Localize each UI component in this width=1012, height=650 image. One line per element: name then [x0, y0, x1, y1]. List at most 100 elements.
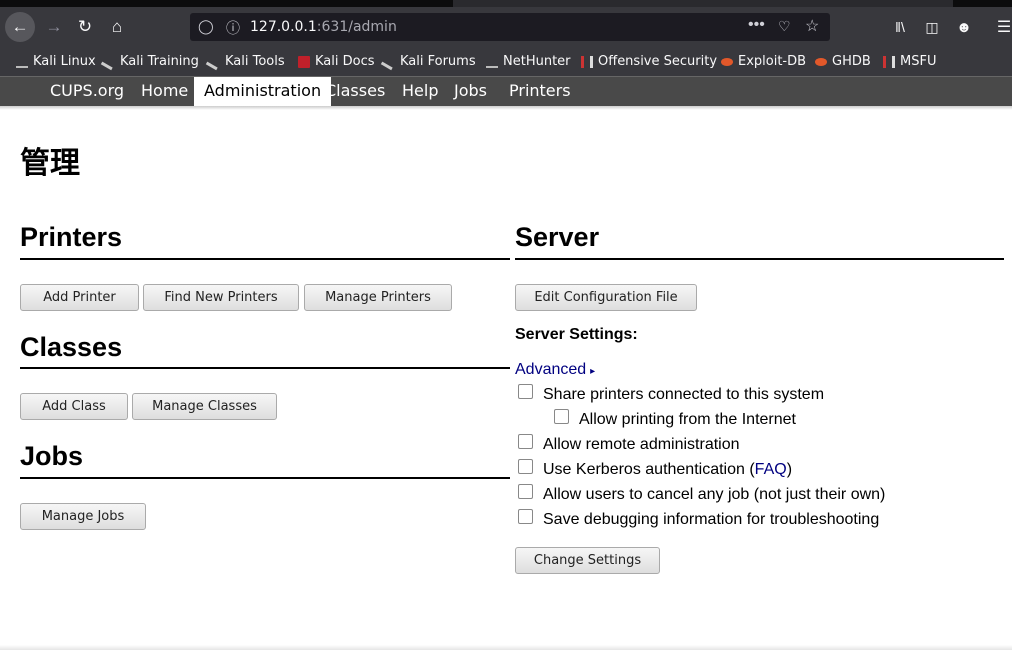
kali-dragon-icon	[486, 56, 498, 68]
page-bottom-edge	[0, 645, 1012, 650]
share-printers-label: Share printers connected to this system	[543, 386, 825, 403]
faq-link[interactable]: FAQ	[755, 461, 787, 479]
bookmarks-toolbar: Kali Linux Kali Training Kali Tools Kali…	[0, 47, 1012, 76]
bookmark-label: Exploit-DB	[738, 54, 807, 69]
advanced-label: Advanced	[515, 361, 587, 378]
bookmark-label: NetHunter	[503, 54, 571, 69]
nav-classes[interactable]: Classes	[315, 77, 395, 106]
remote-admin-label: Allow remote administration	[543, 436, 740, 453]
forward-arrow-icon[interactable]: →	[40, 13, 68, 41]
cancel-any-job-checkbox[interactable]	[518, 483, 533, 499]
printers-heading: Printers	[20, 222, 123, 252]
kerberos-label: Use Kerberos authentication (	[543, 461, 755, 478]
account-icon[interactable]: ☻	[950, 13, 978, 41]
nav-administration[interactable]: Administration	[194, 77, 332, 106]
kali-dragon-icon	[380, 53, 398, 70]
change-settings-button[interactable]: Change Settings	[515, 547, 660, 574]
bookmark-label: Kali Tools	[225, 54, 285, 69]
add-class-button[interactable]: Add Class	[20, 393, 128, 420]
bookmark-kali-tools[interactable]: Kali Tools	[205, 53, 285, 70]
tab-strip	[0, 0, 1012, 7]
bookmark-kali-forums[interactable]: Kali Forums	[380, 53, 476, 70]
server-rule	[515, 258, 1004, 260]
bookmark-nethunter[interactable]: NetHunter	[486, 54, 571, 69]
nav-printers[interactable]: Printers	[499, 77, 581, 106]
advanced-link[interactable]: Advanced ▸	[515, 361, 595, 379]
bookmark-label: Kali Forums	[400, 54, 476, 69]
bug-icon	[721, 57, 733, 66]
share-printers-checkbox[interactable]	[518, 383, 533, 399]
expand-triangle-icon: ▸	[590, 366, 596, 377]
debug-logging-checkbox[interactable]	[518, 508, 533, 524]
pocket-icon[interactable]: ♡	[778, 18, 791, 35]
allow-internet-printing-option: Allow printing from the Internet	[554, 408, 796, 429]
printers-rule	[20, 258, 510, 260]
sidebar-icon[interactable]: ◫	[918, 13, 946, 41]
cups-nav-bar: CUPS.org Home Administration Classes Hel…	[0, 76, 1012, 106]
nav-cups-org[interactable]: CUPS.org	[40, 77, 134, 106]
library-icon[interactable]: ‖\	[886, 13, 914, 41]
reload-icon[interactable]: ↻	[71, 13, 99, 41]
bookmark-label: GHDB	[832, 54, 871, 69]
add-printer-button[interactable]: Add Printer	[20, 284, 139, 311]
nav-jobs[interactable]: Jobs	[444, 77, 497, 106]
bookmark-label: Kali Linux	[33, 54, 96, 69]
faq-close-paren: )	[786, 461, 793, 478]
bookmark-label: Kali Training	[120, 54, 199, 69]
classes-heading: Classes	[20, 332, 123, 362]
nav-shadow	[0, 106, 1012, 110]
nav-help[interactable]: Help	[392, 77, 448, 106]
find-new-printers-button[interactable]: Find New Printers	[143, 284, 299, 311]
bookmark-exploit-db[interactable]: Exploit-DB	[721, 54, 806, 69]
bookmark-kali-training[interactable]: Kali Training	[100, 53, 199, 70]
offsec-icon	[883, 55, 895, 68]
remote-admin-checkbox[interactable]	[518, 433, 533, 449]
url-host: 127.0.0.1	[250, 19, 317, 35]
share-printers-option: Share printers connected to this system	[518, 383, 825, 404]
hamburger-menu-icon[interactable]: ☰	[990, 13, 1012, 41]
bookmark-label: Offensive Security	[598, 54, 718, 69]
browser-toolbar: ← → ↻ ⌂ ◯ ⓘ 127.0.0.1:631/admin ••• ♡ ☆ …	[0, 7, 1012, 47]
bookmark-kali-linux[interactable]: Kali Linux	[16, 54, 96, 69]
bookmark-ghdb[interactable]: GHDB	[815, 54, 871, 69]
star-icon[interactable]: ☆	[805, 16, 819, 36]
nav-home[interactable]: Home	[131, 77, 198, 106]
back-arrow-icon[interactable]: ←	[5, 12, 35, 42]
shield-icon[interactable]: ◯	[198, 18, 214, 35]
remote-admin-option: Allow remote administration	[518, 433, 740, 454]
allow-internet-printing-checkbox[interactable]	[554, 408, 569, 424]
cancel-any-job-label: Allow users to cancel any job (not just …	[543, 486, 886, 503]
kerberos-checkbox[interactable]	[518, 458, 533, 474]
kerberos-option: Use Kerberos authentication (FAQ)	[518, 458, 793, 479]
tab-strip-hint	[453, 0, 953, 7]
kali-dragon-icon	[205, 53, 223, 70]
kali-dragon-icon	[100, 53, 118, 70]
edit-configuration-file-button[interactable]: Edit Configuration File	[515, 284, 697, 311]
page-title: 管理	[20, 146, 80, 181]
info-icon[interactable]: ⓘ	[226, 18, 240, 38]
server-settings-label: Server Settings:	[515, 326, 638, 343]
manage-jobs-button[interactable]: Manage Jobs	[20, 503, 146, 530]
server-heading: Server	[515, 222, 600, 252]
cancel-any-job-option: Allow users to cancel any job (not just …	[518, 483, 886, 504]
url-path: :631/admin	[316, 19, 397, 35]
bug-icon	[815, 57, 827, 66]
classes-rule	[20, 367, 510, 369]
manage-printers-button[interactable]: Manage Printers	[304, 284, 452, 311]
docs-icon	[298, 55, 310, 68]
bookmark-label: MSFU	[900, 54, 937, 69]
bookmark-kali-docs[interactable]: Kali Docs	[298, 54, 375, 69]
allow-internet-printing-label: Allow printing from the Internet	[579, 411, 796, 428]
offsec-icon	[581, 55, 593, 68]
debug-logging-option: Save debugging information for troublesh…	[518, 508, 879, 529]
more-dots-icon[interactable]: •••	[748, 16, 765, 34]
jobs-heading: Jobs	[20, 441, 84, 471]
bookmark-label: Kali Docs	[315, 54, 375, 69]
home-icon[interactable]: ⌂	[103, 13, 131, 41]
url-bar[interactable]: ◯ ⓘ 127.0.0.1:631/admin ••• ♡ ☆	[190, 13, 830, 41]
jobs-rule	[20, 477, 510, 479]
bookmark-msfu[interactable]: MSFU	[883, 54, 936, 69]
url-text[interactable]: 127.0.0.1:631/admin	[250, 19, 397, 35]
manage-classes-button[interactable]: Manage Classes	[132, 393, 277, 420]
bookmark-offensive-security[interactable]: Offensive Security	[581, 54, 717, 69]
